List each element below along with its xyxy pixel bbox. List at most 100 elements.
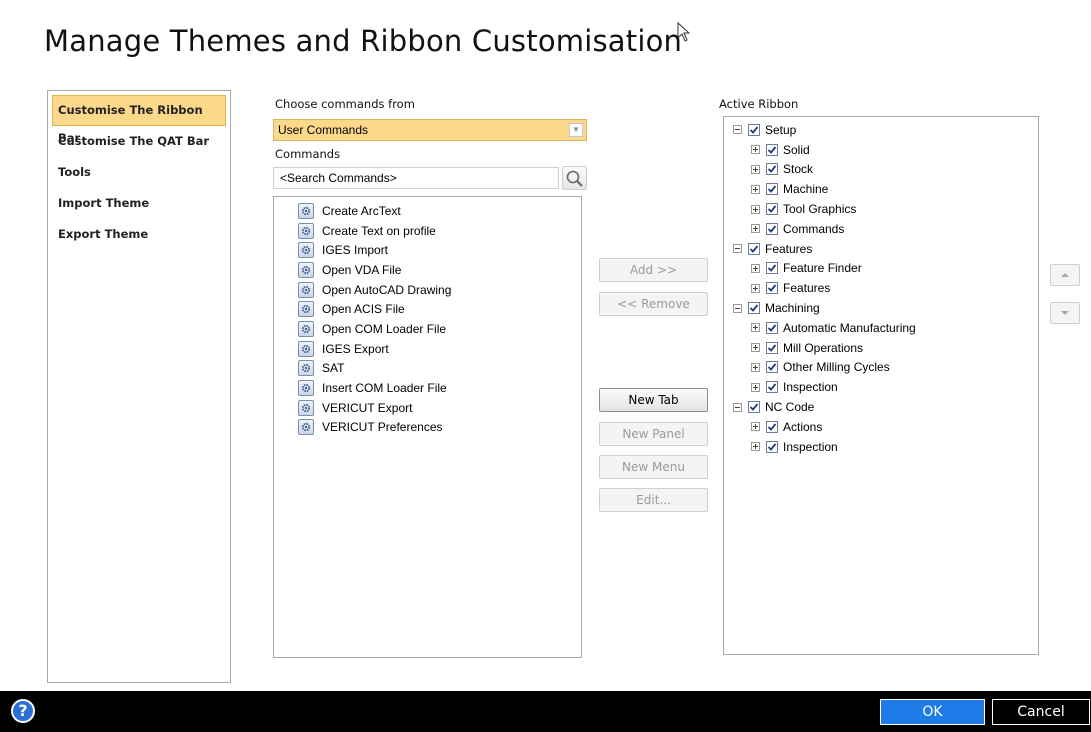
expand-icon[interactable] — [751, 442, 760, 452]
search-button[interactable] — [562, 166, 587, 190]
ribbon-panel-node[interactable]: Machine — [724, 179, 1038, 199]
ribbon-panel-node[interactable]: Actions — [724, 417, 1038, 437]
ribbon-panel-node[interactable]: Automatic Manufacturing — [724, 318, 1038, 338]
command-list-item[interactable]: Create Text on profile — [274, 221, 581, 241]
expand-icon[interactable] — [751, 263, 760, 273]
gear-icon — [298, 222, 314, 239]
add-button[interactable]: Add >> — [599, 258, 708, 282]
ribbon-item-checkbox[interactable] — [766, 321, 778, 334]
nav-item-customise-the-ribbon-bar[interactable]: Customise The Ribbon Bar — [52, 95, 226, 145]
ok-button[interactable]: OK — [880, 699, 985, 725]
command-list-item[interactable]: VERICUT Export — [274, 398, 581, 418]
chevron-down-icon[interactable]: ▼ — [569, 123, 583, 137]
active-ribbon-tree[interactable]: Setup Solid Stock Machine Tool Graphics Comma… — [723, 116, 1039, 655]
expand-icon[interactable] — [751, 224, 760, 234]
commands-list[interactable]: Create ArcText Create Text on profile IGES… — [273, 196, 582, 658]
search-commands-input[interactable] — [274, 168, 558, 188]
nav-item-tools[interactable]: Tools — [52, 157, 226, 188]
expand-icon[interactable] — [751, 164, 760, 174]
command-list-item[interactable]: IGES Export — [274, 339, 581, 359]
gear-icon — [298, 419, 314, 436]
nav-item-customise-the-qat-bar[interactable]: Customise The QAT Bar — [52, 126, 226, 157]
nav-item-import-theme[interactable]: Import Theme — [52, 188, 226, 219]
expand-icon[interactable] — [751, 283, 760, 293]
nav-item-export-theme[interactable]: Export Theme — [52, 219, 226, 250]
ribbon-item-checkbox[interactable] — [748, 401, 760, 414]
ribbon-item-checkbox[interactable] — [766, 341, 778, 354]
ribbon-item-checkbox[interactable] — [748, 242, 760, 255]
gear-icon — [298, 261, 314, 278]
ribbon-item-checkbox[interactable] — [766, 282, 778, 295]
ribbon-item-checkbox[interactable] — [748, 302, 760, 315]
ribbon-item-checkbox[interactable] — [766, 183, 778, 196]
expand-icon[interactable] — [751, 204, 760, 214]
ribbon-panel-node[interactable]: Solid — [724, 140, 1038, 160]
command-list-item[interactable]: Open VDA File — [274, 260, 581, 280]
command-label: Open AutoCAD Drawing — [322, 282, 452, 297]
ribbon-tab-node[interactable]: Machining — [724, 298, 1038, 318]
ribbon-panel-node[interactable]: Tool Graphics — [724, 199, 1038, 219]
ribbon-panel-node[interactable]: Inspection — [724, 437, 1038, 457]
command-source-dropdown[interactable]: User Commands ▼ — [273, 119, 587, 141]
command-list-item[interactable]: Create ArcText — [274, 201, 581, 221]
collapse-icon[interactable] — [733, 125, 742, 135]
collapse-icon[interactable] — [733, 402, 742, 412]
ribbon-panel-node[interactable]: Stock — [724, 160, 1038, 180]
ribbon-item-checkbox[interactable] — [766, 203, 778, 216]
command-label: VERICUT Export — [322, 400, 413, 415]
command-list-item[interactable]: Insert COM Loader File — [274, 378, 581, 398]
ribbon-panel-node[interactable]: Mill Operations — [724, 338, 1038, 358]
ribbon-item-checkbox[interactable] — [766, 381, 778, 394]
gear-icon — [298, 340, 314, 357]
ribbon-panel-node[interactable]: Features — [724, 278, 1038, 298]
ribbon-tab-node[interactable]: Features — [724, 239, 1038, 259]
ribbon-item-checkbox[interactable] — [748, 123, 760, 136]
command-list-item[interactable]: Open ACIS File — [274, 299, 581, 319]
command-list-item[interactable]: Open AutoCAD Drawing — [274, 280, 581, 300]
gear-icon — [298, 399, 314, 416]
new-panel-button[interactable]: New Panel — [599, 422, 708, 446]
cancel-button[interactable]: Cancel — [992, 699, 1090, 725]
command-list-item[interactable]: VERICUT Preferences — [274, 418, 581, 438]
ribbon-item-checkbox[interactable] — [766, 440, 778, 453]
move-down-button[interactable] — [1050, 302, 1080, 324]
gear-icon — [298, 360, 314, 377]
command-label: VERICUT Preferences — [322, 420, 443, 435]
ribbon-item-checkbox[interactable] — [766, 163, 778, 176]
collapse-icon[interactable] — [733, 303, 742, 313]
ribbon-item-label: Automatic Manufacturing — [783, 320, 916, 335]
ribbon-item-checkbox[interactable] — [766, 143, 778, 156]
command-list-item[interactable]: SAT — [274, 359, 581, 379]
ribbon-item-checkbox[interactable] — [766, 361, 778, 374]
expand-icon[interactable] — [751, 323, 760, 333]
move-up-button[interactable] — [1050, 264, 1080, 286]
ribbon-panel-node[interactable]: Commands — [724, 219, 1038, 239]
search-commands-field[interactable] — [273, 167, 559, 189]
expand-icon[interactable] — [751, 184, 760, 194]
ribbon-tab-node[interactable]: NC Code — [724, 397, 1038, 417]
ribbon-item-label: Actions — [783, 419, 823, 434]
ribbon-tab-node[interactable]: Setup — [724, 120, 1038, 140]
expand-icon[interactable] — [751, 422, 760, 432]
command-label: SAT — [322, 361, 345, 376]
ribbon-panel-node[interactable]: Inspection — [724, 377, 1038, 397]
command-list-item[interactable]: IGES Import — [274, 240, 581, 260]
ribbon-panel-node[interactable]: Other Milling Cycles — [724, 358, 1038, 378]
ribbon-panel-node[interactable]: Feature Finder — [724, 259, 1038, 279]
choose-commands-label: Choose commands from — [275, 97, 415, 111]
expand-icon[interactable] — [751, 382, 760, 392]
help-icon[interactable]: ? — [11, 699, 35, 723]
gear-icon — [298, 301, 314, 318]
remove-button[interactable]: << Remove — [599, 292, 708, 316]
command-list-item[interactable]: Open COM Loader File — [274, 319, 581, 339]
edit-button[interactable]: Edit... — [599, 488, 708, 512]
ribbon-item-checkbox[interactable] — [766, 262, 778, 275]
collapse-icon[interactable] — [733, 244, 742, 254]
expand-icon[interactable] — [751, 343, 760, 353]
expand-icon[interactable] — [751, 145, 760, 155]
ribbon-item-checkbox[interactable] — [766, 420, 778, 433]
new-menu-button[interactable]: New Menu — [599, 455, 708, 479]
expand-icon[interactable] — [751, 362, 760, 372]
new-tab-button[interactable]: New Tab — [599, 388, 708, 412]
ribbon-item-checkbox[interactable] — [766, 222, 778, 235]
